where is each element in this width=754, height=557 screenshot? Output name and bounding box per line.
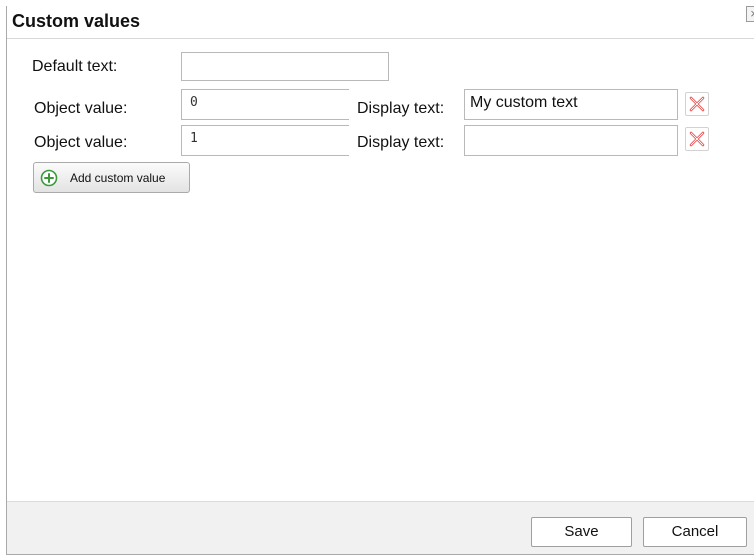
dialog-title: Custom values [12, 11, 141, 31]
close-icon: × [750, 6, 754, 21]
object-value-label: Object value: [34, 100, 128, 117]
add-custom-value-button[interactable]: Add custom value [33, 162, 190, 193]
add-custom-value-label: Add custom value [70, 171, 166, 185]
custom-values-dialog: Custom values × Default text: Object val… [6, 6, 754, 555]
default-text-field[interactable] [181, 52, 389, 81]
red-x-icon [689, 96, 705, 112]
object-value-label: Object value: [34, 134, 128, 151]
display-text-field[interactable] [464, 125, 678, 156]
green-plus-circle-icon [40, 169, 58, 187]
remove-row-button[interactable] [685, 92, 709, 116]
remove-row-button[interactable] [685, 127, 709, 151]
cancel-button[interactable]: Cancel [643, 517, 747, 547]
red-x-icon [689, 131, 705, 147]
dialog-footer: Save Cancel [7, 501, 754, 554]
close-button[interactable]: × [746, 6, 754, 22]
object-value-field[interactable]: 1 [181, 125, 349, 156]
save-button[interactable]: Save [531, 517, 632, 547]
display-text-label: Display text: [357, 134, 445, 151]
display-text-field[interactable]: My custom text [464, 89, 678, 120]
object-value-field[interactable]: 0 [181, 89, 349, 120]
dialog-titlebar: Custom values × [7, 6, 754, 39]
default-text-label: Default text: [32, 58, 118, 75]
display-text-label: Display text: [357, 100, 445, 117]
